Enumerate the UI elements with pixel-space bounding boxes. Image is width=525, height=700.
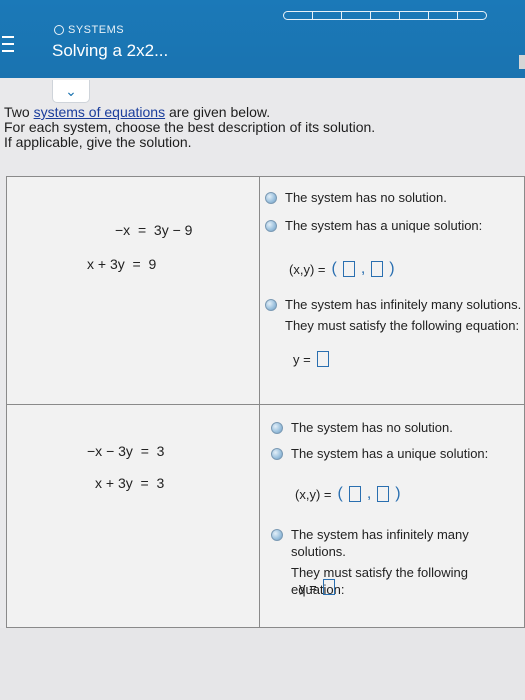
radio-icon[interactable] <box>271 448 283 460</box>
system-1-equation-1: −x = 3y − 9 <box>115 222 193 238</box>
progress-segment <box>399 11 429 20</box>
topic-circle-icon <box>54 25 64 35</box>
progress-segment <box>457 11 487 20</box>
progress-bar <box>283 11 487 20</box>
progress-segment <box>370 11 400 20</box>
progress-segment <box>341 11 371 20</box>
system-1-equation-2: x + 3y = 9 <box>87 256 157 272</box>
instructions-line-1: Two systems of equations are given below… <box>4 104 271 120</box>
page-bottom <box>0 628 525 700</box>
system-1-option-infinite[interactable]: The system has infinitely many solutions… <box>265 296 521 334</box>
chevron-down-icon: ⌄ <box>65 82 77 99</box>
y-input[interactable] <box>377 486 390 502</box>
progress-segment <box>312 11 342 20</box>
progress-segment <box>283 11 313 20</box>
system-2-solution: (x,y) = (,) <box>295 485 401 502</box>
radio-icon[interactable] <box>265 220 277 232</box>
equation-input[interactable] <box>322 579 335 595</box>
x-input[interactable] <box>348 486 361 502</box>
menu-icon[interactable] <box>2 36 14 56</box>
top-bar: SYSTEMS Solving a 2x2... <box>0 0 525 78</box>
system-1-option-no-solution[interactable]: The system has no solution. <box>265 189 447 206</box>
topic-text: SYSTEMS <box>68 24 125 36</box>
instructions-line-3: If applicable, give the solution. <box>4 134 192 150</box>
system-2-option-no-solution[interactable]: The system has no solution. <box>271 419 453 436</box>
equation-input[interactable] <box>316 351 329 367</box>
instructions: Two systems of equations are given below… <box>4 105 514 150</box>
side-tab[interactable] <box>519 55 525 69</box>
system-1-option-unique[interactable]: The system has a unique solution: <box>265 217 482 234</box>
systems-of-equations-link[interactable]: systems of equations <box>34 104 166 120</box>
radio-icon[interactable] <box>265 299 277 311</box>
system-2-option-unique[interactable]: The system has a unique solution: <box>271 445 488 462</box>
progress-segment <box>428 11 458 20</box>
system-1-equation-answer: y = <box>293 351 329 367</box>
system-2-equation-1: −x − 3y = 3 <box>87 443 165 459</box>
topic-label: SYSTEMS <box>54 24 124 36</box>
collapse-button[interactable]: ⌄ <box>52 80 90 103</box>
system-2-equation-2: x + 3y = 3 <box>95 475 165 491</box>
y-input[interactable] <box>371 261 384 277</box>
system-2-equation-answer: y = <box>299 579 335 595</box>
systems-table: −x = 3y − 9 x + 3y = 9 The system has no… <box>6 176 525 628</box>
system-1-solution: (x,y) = (,) <box>289 260 395 277</box>
instructions-line-2: For each system, choose the best descrip… <box>4 119 376 135</box>
radio-icon[interactable] <box>265 192 277 204</box>
page-title: Solving a 2x2... <box>52 41 169 60</box>
radio-icon[interactable] <box>271 422 283 434</box>
radio-icon[interactable] <box>271 529 283 541</box>
x-input[interactable] <box>342 261 355 277</box>
